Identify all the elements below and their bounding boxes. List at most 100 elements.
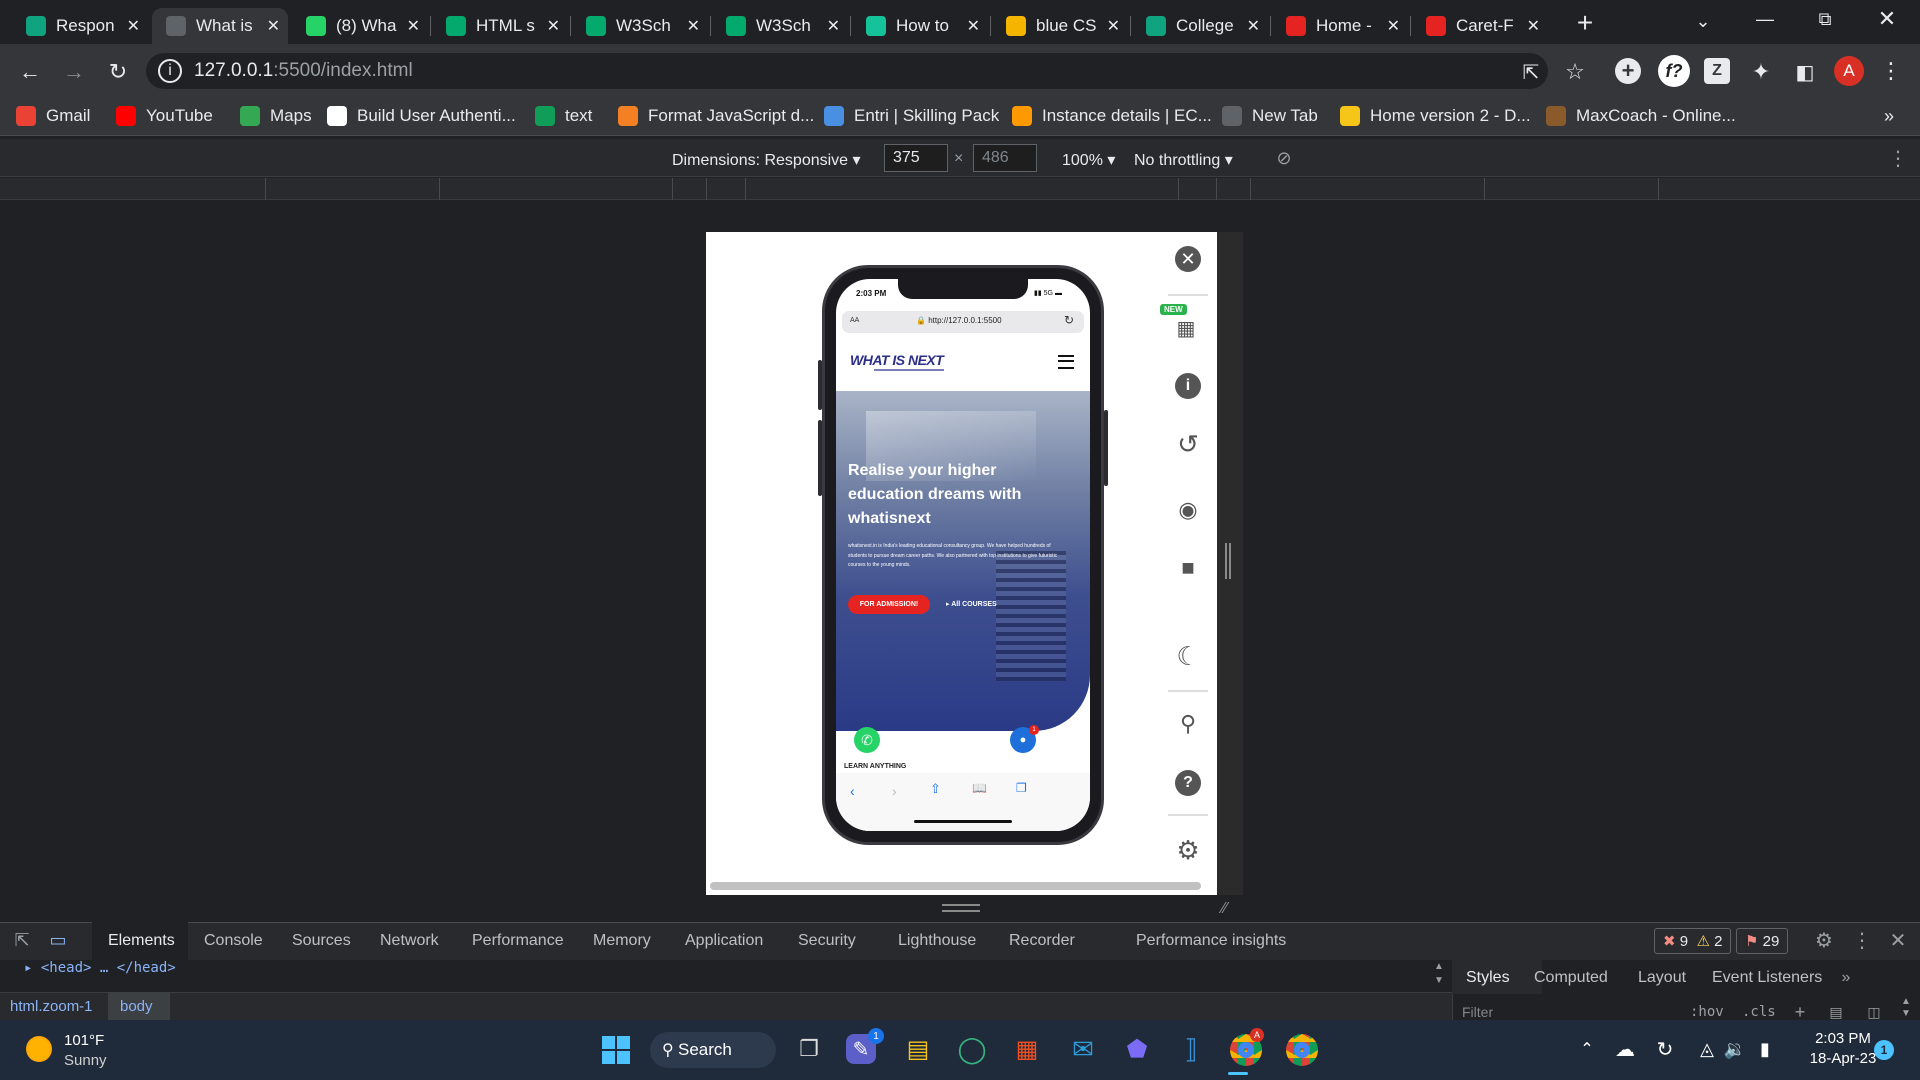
file-explorer-icon[interactable]: ▤: [902, 1034, 934, 1064]
battery-icon[interactable]: ▮: [1752, 1036, 1778, 1062]
resize-handle-bottom[interactable]: [942, 904, 980, 912]
computed-styles-toggle-icon[interactable]: ▤: [1826, 1002, 1846, 1022]
chrome-canary-icon[interactable]: [1286, 1034, 1318, 1066]
hov-toggle[interactable]: :hov: [1690, 1004, 1724, 1020]
safari-url[interactable]: 🔒 http://127.0.0.1:5500: [916, 316, 1002, 325]
devtools-tab-lighthouse[interactable]: Lighthouse: [898, 932, 976, 950]
devtools-settings-gear-icon[interactable]: ⚙: [1810, 926, 1838, 954]
tab-search-chevron-icon[interactable]: ⌄: [1688, 6, 1718, 36]
safari-forward-icon[interactable]: ›: [892, 783, 897, 799]
horizontal-scrollbar[interactable]: [710, 882, 1201, 890]
dimensions-dropdown[interactable]: Dimensions: Responsive ▾: [672, 150, 861, 170]
cls-toggle[interactable]: .cls: [1742, 1004, 1776, 1020]
inspect-element-icon[interactable]: ⇱: [10, 928, 34, 952]
reader-aa-button[interactable]: AA: [850, 317, 859, 324]
tab-3[interactable]: (8) Wha ✕: [292, 8, 428, 44]
styles-filter-input[interactable]: Filter: [1462, 1004, 1493, 1020]
more-tabs-chevron-icon[interactable]: »: [1834, 966, 1858, 990]
task-view-icon[interactable]: ❐: [794, 1034, 824, 1064]
video-record-icon[interactable]: ■: [1172, 552, 1204, 584]
weather-desc[interactable]: Sunny: [64, 1052, 107, 1069]
bookmark-6[interactable]: Format JavaScript d...: [618, 104, 814, 128]
profile-avatar[interactable]: A: [1834, 56, 1864, 86]
site-logo[interactable]: WHAT IS NEXT: [850, 352, 944, 368]
tab-close-icon[interactable]: ✕: [827, 16, 840, 36]
devtools-tab-performance[interactable]: Performance: [472, 932, 564, 950]
breadcrumb-html[interactable]: html.zoom-1: [10, 998, 93, 1015]
bookmark-9[interactable]: New Tab: [1222, 104, 1318, 128]
devices-icon[interactable]: ▦: [1170, 314, 1202, 342]
tab-close-icon[interactable]: ✕: [267, 16, 280, 36]
dark-mode-moon-icon[interactable]: ☾: [1172, 640, 1204, 672]
devtools-tab-security[interactable]: Security: [798, 932, 856, 950]
safari-tabs-icon[interactable]: ❐: [1016, 781, 1027, 795]
extensions-puzzle-icon[interactable]: ✦: [1746, 57, 1776, 87]
styles-tab-computed[interactable]: Computed: [1534, 969, 1608, 987]
tab-close-icon[interactable]: ✕: [1527, 16, 1540, 36]
safari-reload-icon[interactable]: ↻: [1064, 313, 1074, 327]
reload-icon[interactable]: ↻: [102, 56, 134, 88]
devtools-tab-application[interactable]: Application: [685, 932, 763, 950]
dom-head-node[interactable]: ▸ <head> … </head>: [24, 960, 176, 976]
menu-kebab-icon[interactable]: ⋮: [1876, 56, 1906, 86]
device-height-input[interactable]: [973, 144, 1037, 172]
new-tab-button[interactable]: +: [1570, 7, 1600, 38]
styles-scroll-arrows[interactable]: ▲ ▼: [1896, 996, 1916, 1020]
share-icon[interactable]: ⇱: [1516, 57, 1546, 87]
bookmark-7[interactable]: Entri | Skilling Pack: [824, 104, 999, 128]
safari-share-icon[interactable]: ⇧: [930, 781, 941, 797]
bookmark-10[interactable]: Home version 2 - D...: [1340, 104, 1531, 128]
devtools-tab-sources[interactable]: Sources: [292, 932, 351, 950]
whatsapp-icon[interactable]: ✆: [854, 727, 880, 753]
tab-11[interactable]: Caret-F ✕: [1412, 8, 1548, 44]
safari-bookmarks-icon[interactable]: 📖: [972, 781, 987, 795]
onedrive-cloud-icon[interactable]: ☁: [1612, 1036, 1638, 1062]
dom-scrollbar[interactable]: ▲ ▼: [1430, 960, 1448, 988]
tab-close-icon[interactable]: ✕: [547, 16, 560, 36]
breadcrumb-body[interactable]: body: [120, 998, 153, 1015]
info-icon[interactable]: i: [1175, 373, 1201, 399]
tab-close-icon[interactable]: ✕: [1387, 16, 1400, 36]
media-query-segment[interactable]: [439, 178, 440, 200]
bookmark-1[interactable]: Gmail: [16, 104, 90, 128]
tab-1[interactable]: Respon ✕: [12, 8, 148, 44]
tab-8[interactable]: blue CS ✕: [992, 8, 1128, 44]
resize-handle-right[interactable]: [1225, 543, 1231, 579]
devtools-tab-elements[interactable]: Elements: [108, 932, 175, 950]
restore-window-button[interactable]: ⧉: [1810, 4, 1840, 34]
tab-close-icon[interactable]: ✕: [967, 16, 980, 36]
settings-gear-icon[interactable]: ⚙: [1172, 834, 1204, 866]
throttling-dropdown[interactable]: No throttling ▾: [1134, 150, 1233, 170]
devtools-menu-kebab-icon[interactable]: ⋮: [1848, 926, 1876, 954]
media-query-segment[interactable]: [672, 178, 673, 200]
styles-tab-styles[interactable]: Styles: [1466, 969, 1510, 987]
tab-5[interactable]: W3Sch ✕: [572, 8, 708, 44]
tab-close-icon[interactable]: ✕: [687, 16, 700, 36]
vscode-icon[interactable]: ⟧: [1176, 1034, 1206, 1064]
tab-close-icon[interactable]: ✕: [127, 16, 140, 36]
forward-arrow-icon[interactable]: →: [58, 56, 90, 88]
close-window-button[interactable]: ✕: [1872, 4, 1902, 34]
devtools-tab-network[interactable]: Network: [380, 932, 439, 950]
device-width-input[interactable]: [884, 144, 948, 172]
share-nodes-icon[interactable]: ⚲: [1172, 708, 1204, 740]
devtools-tab-performance-insights[interactable]: Performance insights: [1136, 932, 1286, 950]
notification-center-badge[interactable]: 1: [1874, 1040, 1894, 1060]
camera-screenshot-icon[interactable]: ◉: [1172, 494, 1204, 526]
bookmark-5[interactable]: text: [535, 104, 592, 128]
devtools-close-icon[interactable]: ✕: [1884, 926, 1912, 954]
issues-counter[interactable]: ✖ 9 ⚠ 2: [1654, 928, 1732, 954]
media-query-segment[interactable]: [1250, 178, 1251, 200]
minimize-window-button[interactable]: —: [1750, 4, 1780, 34]
media-query-segment[interactable]: [745, 178, 746, 200]
media-query-segment[interactable]: [1178, 178, 1179, 200]
back-arrow-icon[interactable]: ←: [14, 56, 46, 88]
volume-icon[interactable]: 🔉: [1722, 1036, 1748, 1062]
ms-store-icon[interactable]: ▦: [1012, 1034, 1042, 1064]
tab-10[interactable]: Home - ✕: [1272, 8, 1408, 44]
media-query-segment[interactable]: [265, 178, 266, 200]
new-style-rule-icon[interactable]: +: [1790, 1002, 1810, 1022]
bookmark-2[interactable]: YouTube: [116, 104, 213, 128]
mail-icon[interactable]: ✉: [1068, 1034, 1098, 1064]
issues-badge[interactable]: ⚑ 29: [1736, 928, 1789, 954]
